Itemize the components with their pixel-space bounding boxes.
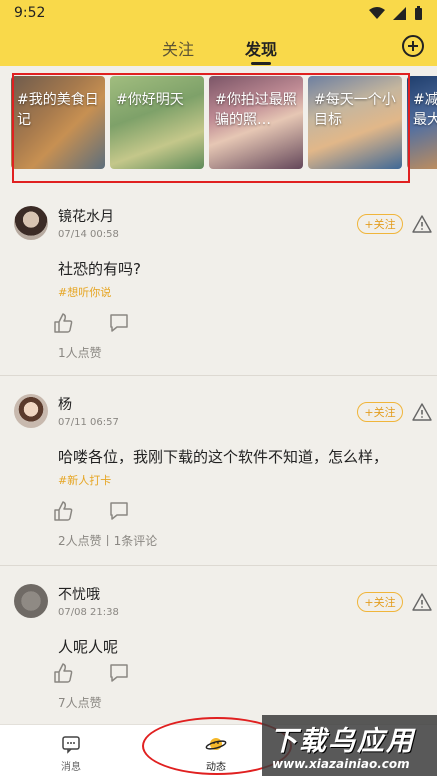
post-stats: 1人点赞 [58,346,102,360]
follow-button[interactable]: +关注 [357,402,403,422]
feed-list[interactable]: 镜花水月 07/14 00:58 +关注 社恐的有吗? #想听你说 1人点赞 杨… [0,188,437,724]
follow-button[interactable]: +关注 [357,214,403,234]
watermark-url: www.xiazainiao.com [272,757,410,771]
message-icon [62,736,80,754]
watermark-title: 下载乌应用 [270,726,415,757]
report-icon[interactable] [412,214,432,234]
battery-icon [415,5,422,20]
like-icon[interactable] [52,500,74,522]
avatar[interactable] [14,394,48,428]
post-content: 社恐的有吗? [58,260,141,278]
topic-label: #减最大 [413,92,437,128]
post-time: 07/11 06:57 [58,417,119,428]
active-tab-indicator [251,62,271,65]
post-tag[interactable]: #想听你说 [58,284,111,300]
report-icon[interactable] [412,592,432,612]
post-stats: 7人点赞 [58,696,102,710]
nav-label: 消息 [61,762,81,773]
comment-icon[interactable] [108,662,130,684]
feed-post: 镜花水月 07/14 00:58 +关注 社恐的有吗? #想听你说 1人点赞 [0,188,437,376]
like-icon[interactable] [52,662,74,684]
post-time: 07/14 00:58 [58,229,119,240]
top-nav: 关注 发现 [0,26,437,66]
comment-icon[interactable] [108,312,130,334]
add-icon[interactable] [401,34,425,58]
post-author[interactable]: 不忧哦 [58,584,100,604]
wifi-icon [369,6,385,19]
post-content: 人呢人呢 [58,638,119,656]
post-author[interactable]: 杨 [58,394,72,414]
post-time: 07/08 21:38 [58,607,119,618]
signal-icon [393,6,406,20]
watermark: 下载乌应用 www.xiazainiao.com [262,715,437,776]
comment-icon[interactable] [108,500,130,522]
avatar[interactable] [14,206,48,240]
post-stats: 2人点赞丨1条评论 [58,534,158,548]
like-icon[interactable] [52,312,74,334]
post-content: 哈喽各位，我刚下载的这个软件不知道，怎么样， [58,448,389,466]
topic-card[interactable]: #减最大 [407,76,437,169]
report-icon[interactable] [412,402,432,422]
tab-discover[interactable]: 发现 [245,36,277,60]
status-time: 9:52 [14,5,46,21]
follow-button[interactable]: +关注 [357,592,403,612]
system-icons [369,5,423,21]
avatar[interactable] [14,584,48,618]
post-author[interactable]: 镜花水月 [58,206,114,226]
nav-item-messages[interactable]: 消息 [60,733,82,773]
post-tag[interactable]: #新人打卡 [58,472,111,488]
highlight-annotation [12,73,410,183]
tab-follow[interactable]: 关注 [162,36,194,60]
status-bar: 9:52 [0,0,437,26]
feed-post: 不忧哦 07/08 21:38 +关注 人呢人呢 7人点赞 [0,566,437,724]
feed-post: 杨 07/11 06:57 +关注 哈喽各位，我刚下载的这个软件不知道，怎么样，… [0,376,437,566]
